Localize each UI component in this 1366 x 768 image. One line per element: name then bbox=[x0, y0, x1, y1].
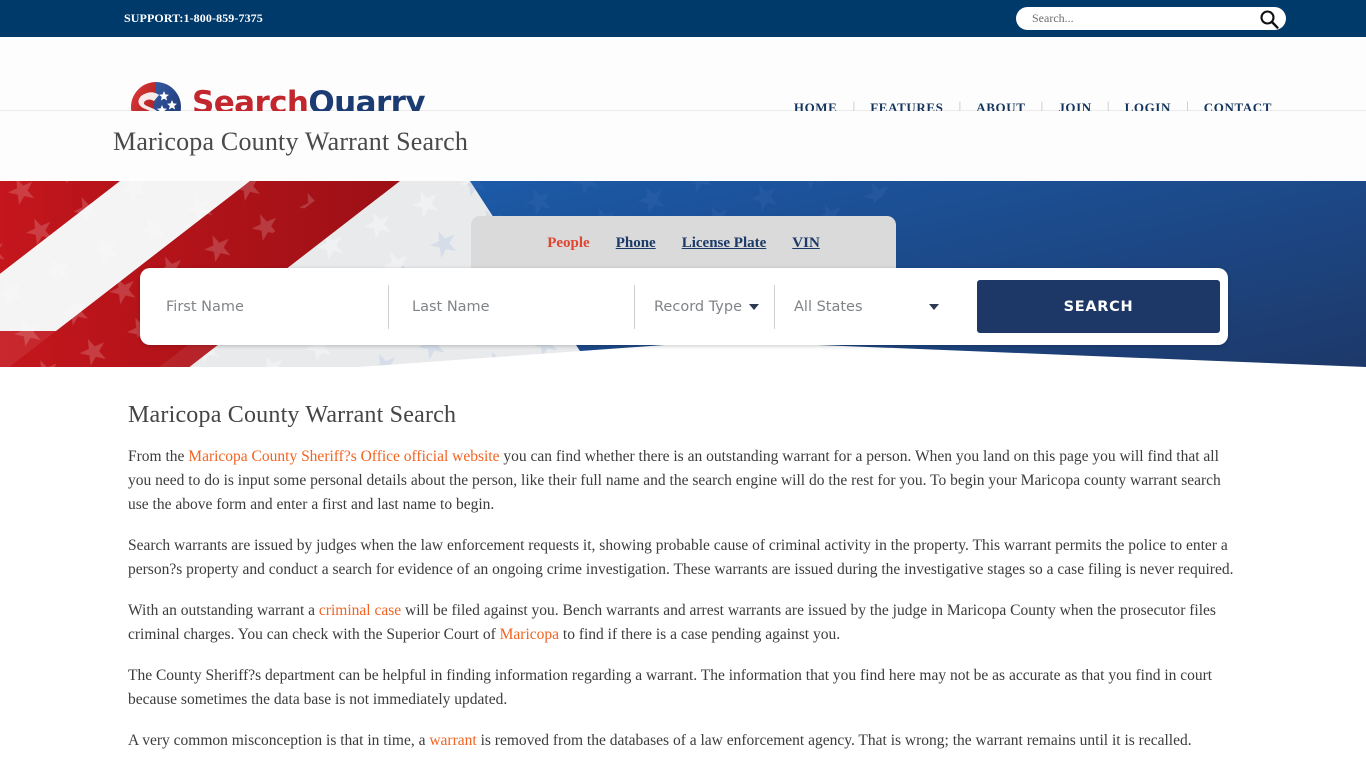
article-paragraph: The County Sheriff?s department can be h… bbox=[128, 667, 1213, 708]
tab-vin[interactable]: VIN bbox=[792, 235, 820, 252]
link-criminal-case[interactable]: criminal case bbox=[319, 602, 401, 619]
article-heading: Maricopa County Warrant Search bbox=[128, 402, 457, 428]
text-fragment: is removed from the databases of a law e… bbox=[476, 732, 1192, 749]
chevron-down-icon bbox=[929, 303, 939, 310]
text-fragment: to find if there is a case pending again… bbox=[559, 626, 841, 643]
link-warrant[interactable]: warrant bbox=[429, 732, 476, 749]
link-sheriff-website[interactable]: Maricopa County Sheriff?s Office officia… bbox=[188, 448, 499, 465]
record-type-label: Record Type bbox=[654, 298, 743, 315]
last-name-input[interactable] bbox=[388, 298, 634, 315]
chevron-down-icon bbox=[749, 303, 760, 310]
text-fragment: A very common misconception is that in t… bbox=[128, 732, 430, 749]
search-button[interactable]: SEARCH bbox=[977, 280, 1220, 333]
article-paragraph: With an outstanding warrant a criminal c… bbox=[128, 599, 1236, 647]
record-type-select[interactable]: Record Type bbox=[634, 299, 774, 315]
article-paragraph: Search warrants are issued by judges whe… bbox=[128, 537, 1234, 578]
text-fragment: From the bbox=[128, 448, 189, 465]
state-label: All States bbox=[794, 298, 863, 315]
article-paragraph: A very common misconception is that in t… bbox=[128, 729, 1236, 753]
article-section: Maricopa County Warrant Search From the … bbox=[0, 382, 1366, 753]
tab-license-plate[interactable]: License Plate bbox=[682, 235, 767, 252]
search-type-tabs: People Phone License Plate VIN bbox=[471, 216, 896, 270]
first-name-input[interactable] bbox=[142, 298, 388, 315]
link-maricopa[interactable]: Maricopa bbox=[500, 626, 559, 643]
people-search-form: Record Type All States SEARCH bbox=[140, 268, 1228, 345]
last-name-cell bbox=[388, 283, 634, 331]
tab-people[interactable]: People bbox=[547, 235, 590, 252]
site-header: SearchQuarry Information is Freedom HOME… bbox=[0, 37, 1366, 139]
tab-phone[interactable]: Phone bbox=[616, 235, 656, 252]
page-title: Maricopa County Warrant Search bbox=[113, 127, 469, 156]
magnifier-icon[interactable] bbox=[1258, 8, 1280, 30]
support-phone: SUPPORT:1-800-859-7375 bbox=[124, 11, 263, 25]
text-fragment: With an outstanding warrant a bbox=[128, 602, 319, 619]
state-select[interactable]: All States bbox=[774, 299, 959, 315]
top-utility-bar: SUPPORT:1-800-859-7375 bbox=[0, 0, 1366, 37]
article-paragraph: From the Maricopa County Sheriff?s Offic… bbox=[128, 445, 1236, 517]
site-search[interactable] bbox=[1016, 7, 1286, 30]
state-cell: All States bbox=[774, 283, 959, 331]
search-input[interactable] bbox=[1030, 10, 1230, 27]
page-title-band: Maricopa County Warrant Search bbox=[0, 111, 1366, 181]
record-type-cell: Record Type bbox=[634, 283, 774, 331]
first-name-cell bbox=[142, 283, 388, 331]
